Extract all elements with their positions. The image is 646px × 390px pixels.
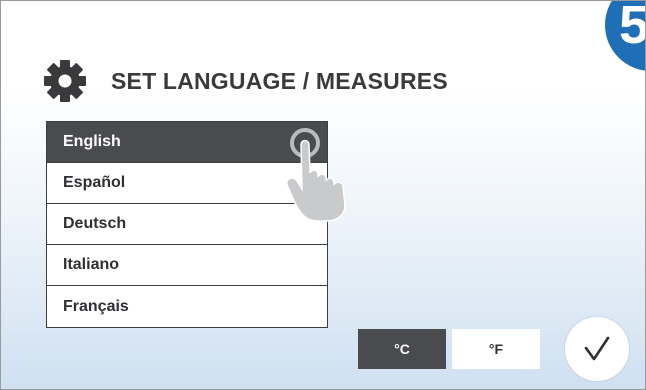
touch-hand-icon: [285, 128, 346, 222]
language-label: Français: [63, 297, 129, 315]
language-label: Deutsch: [63, 215, 127, 232]
step-badge: 5: [605, 1, 645, 71]
screen: 5 SET LANGUAGE / MEASURES English Españo…: [0, 0, 646, 390]
celsius-button[interactable]: °C: [358, 329, 446, 369]
confirm-button[interactable]: [565, 317, 629, 381]
header: SET LANGUAGE / MEASURES: [41, 57, 448, 105]
gear-icon: [44, 60, 86, 102]
checkmark-icon: [584, 336, 610, 361]
page-title: SET LANGUAGE / MEASURES: [111, 67, 448, 94]
language-label: Español: [63, 174, 126, 191]
language-label: Italiano: [63, 256, 120, 273]
language-option-francais[interactable]: Français: [47, 286, 327, 327]
language-option-italiano[interactable]: Italiano: [47, 245, 327, 286]
fahrenheit-button[interactable]: °F: [452, 329, 540, 369]
language-label: English: [63, 133, 121, 150]
